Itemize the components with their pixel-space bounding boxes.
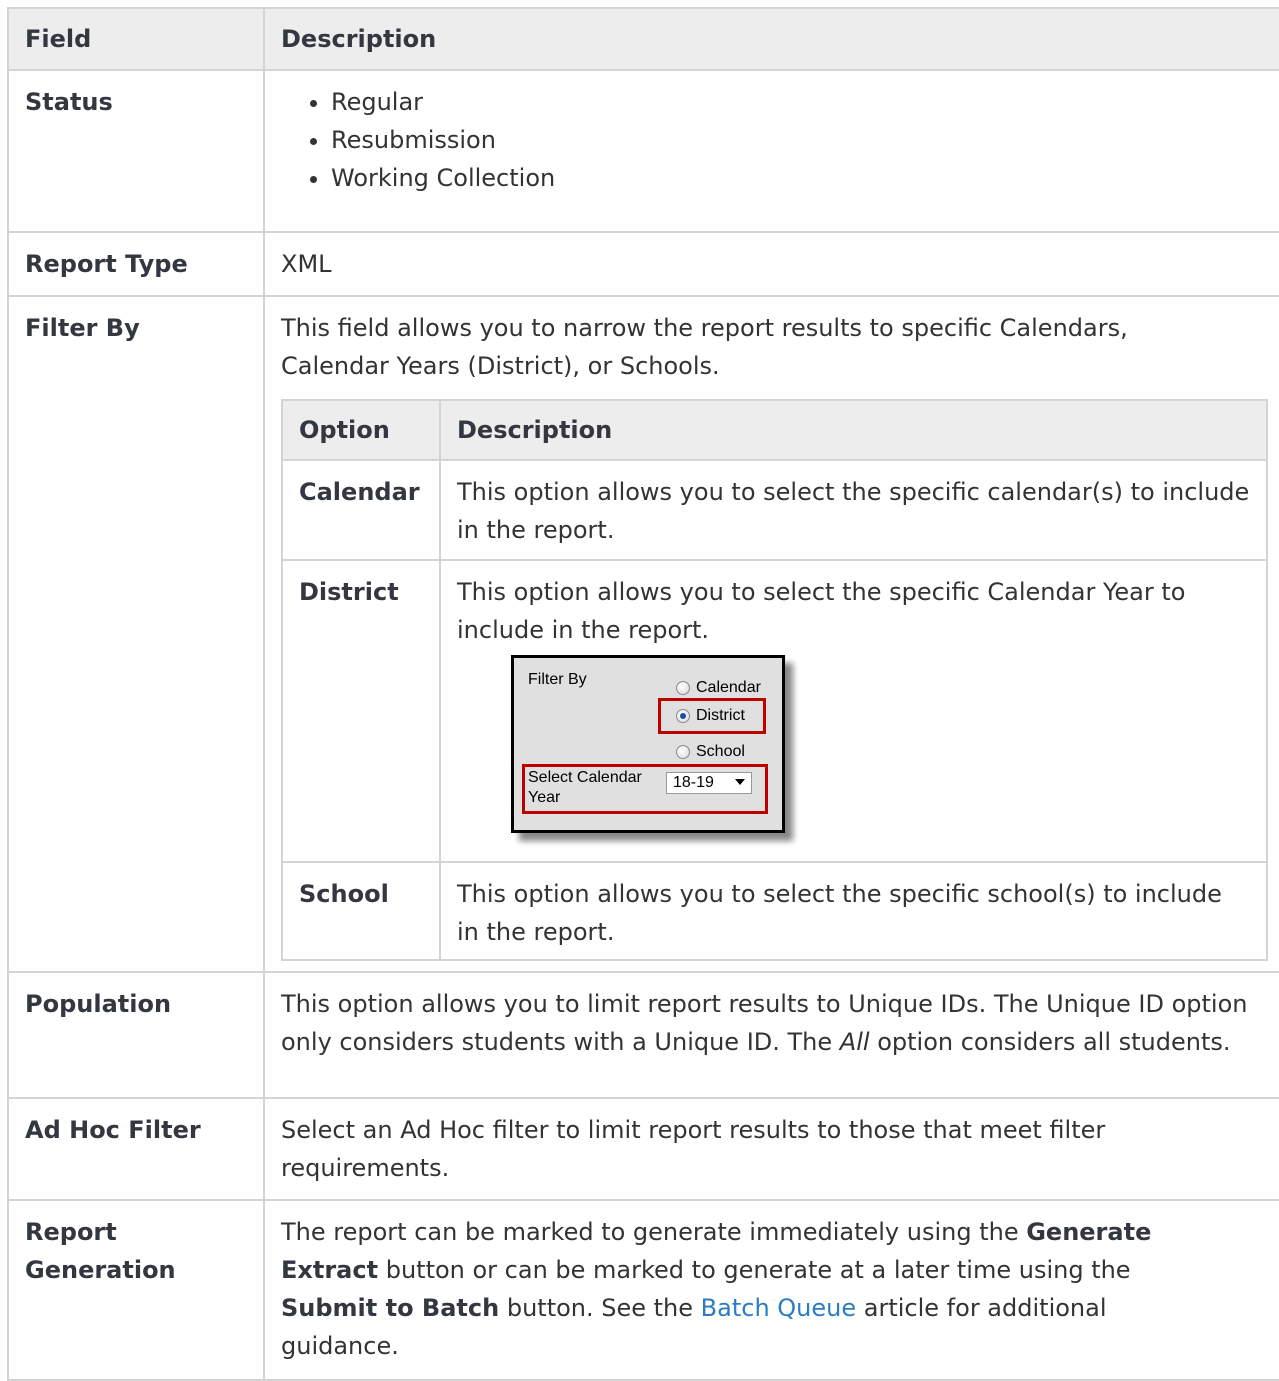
- field-status: Status: [7, 69, 265, 233]
- field-report-generation-label: Report Generation: [25, 1218, 176, 1284]
- report-generation-text: The report can be marked to generate imm…: [281, 1213, 1231, 1365]
- option-district-text: This option allows you to select the spe…: [457, 578, 1186, 644]
- table-header-row: Field Description: [7, 7, 1279, 71]
- status-list: Regular Resubmission Working Collection: [281, 83, 1279, 197]
- batch-queue-link[interactable]: Batch Queue: [701, 1294, 856, 1322]
- field-report-generation: Report Generation: [7, 1199, 265, 1381]
- radio-school: School: [676, 742, 745, 762]
- calendar-year-select: 18-19: [666, 772, 752, 794]
- filter-by-description: This field allows you to narrow the repo…: [263, 295, 1279, 973]
- rg-text-3: button. See the: [499, 1294, 701, 1322]
- radio-calendar: Calendar: [676, 678, 761, 698]
- population-text-em: All: [839, 1028, 870, 1056]
- option-school: School: [281, 861, 441, 961]
- inner-header-row: Option Description: [281, 399, 1268, 461]
- ad-hoc-description: Select an Ad Hoc filter to limit report …: [263, 1097, 1279, 1201]
- table-row-ad-hoc: Ad Hoc Filter Select an Ad Hoc filter to…: [7, 1097, 1279, 1201]
- field-description-table: Field Description Status Regular Resubmi…: [7, 7, 1279, 1381]
- option-district-description: This option allows you to select the spe…: [439, 559, 1268, 863]
- option-calendar-description: This option allows you to select the spe…: [439, 459, 1268, 561]
- inner-header-option: Option: [281, 399, 441, 461]
- option-calendar: Calendar: [281, 459, 441, 561]
- option-row-calendar: Calendar This option allows you to selec…: [281, 459, 1268, 561]
- radio-icon: [676, 745, 690, 759]
- submit-to-batch-label: Submit to Batch: [281, 1294, 500, 1322]
- radio-selected-icon: [676, 709, 690, 723]
- population-description: This option allows you to limit report r…: [263, 971, 1279, 1099]
- header-description: Description: [263, 7, 1279, 71]
- option-row-school: School This option allows you to select …: [281, 861, 1268, 961]
- option-district: District: [281, 559, 441, 863]
- rg-text-1: The report can be marked to generate imm…: [281, 1218, 1027, 1246]
- radio-school-label: School: [696, 743, 745, 760]
- chevron-down-icon: [735, 779, 745, 785]
- list-item: Regular: [331, 83, 1279, 121]
- population-text: This option allows you to limit report r…: [281, 985, 1251, 1061]
- option-row-district: District This option allows you to selec…: [281, 559, 1268, 863]
- field-population: Population: [7, 971, 265, 1099]
- report-type-value: XML: [263, 231, 1279, 297]
- field-filter-by: Filter By: [7, 295, 265, 973]
- status-description: Regular Resubmission Working Collection: [263, 69, 1279, 233]
- table-row-filter-by: Filter By This field allows you to narro…: [7, 295, 1279, 973]
- table-row-population: Population This option allows you to lim…: [7, 971, 1279, 1099]
- radio-icon: [676, 681, 690, 695]
- population-text-b: option considers all students.: [869, 1028, 1231, 1056]
- field-report-type: Report Type: [7, 231, 265, 297]
- filter-by-screenshot: Filter By Calendar District School Selec…: [511, 655, 785, 833]
- report-generation-description: The report can be marked to generate imm…: [263, 1199, 1279, 1381]
- header-field: Field: [7, 7, 265, 71]
- screenshot-filter-label: Filter By: [528, 671, 587, 688]
- table-row-report-type: Report Type XML: [7, 231, 1279, 297]
- radio-district-label: District: [696, 707, 745, 724]
- table-row-report-generation: Report Generation The report can be mark…: [7, 1199, 1279, 1381]
- calendar-year-value: 18-19: [673, 774, 714, 791]
- ad-hoc-text: Select an Ad Hoc filter to limit report …: [281, 1116, 1106, 1182]
- inner-header-description: Description: [439, 399, 1268, 461]
- table-row-status: Status Regular Resubmission Working Coll…: [7, 69, 1279, 233]
- radio-district: District: [676, 706, 745, 726]
- list-item: Working Collection: [331, 159, 1279, 197]
- radio-calendar-label: Calendar: [696, 679, 761, 696]
- list-item: Resubmission: [331, 121, 1279, 159]
- filter-options-table: Option Description Calendar This option …: [281, 399, 1268, 961]
- option-school-description: This option allows you to select the spe…: [439, 861, 1268, 961]
- rg-text-2: button or can be marked to generate at a…: [378, 1256, 1131, 1284]
- year-label: Select Calendar Year: [528, 769, 642, 806]
- field-ad-hoc: Ad Hoc Filter: [7, 1097, 265, 1201]
- filter-by-intro: This field allows you to narrow the repo…: [281, 314, 1128, 380]
